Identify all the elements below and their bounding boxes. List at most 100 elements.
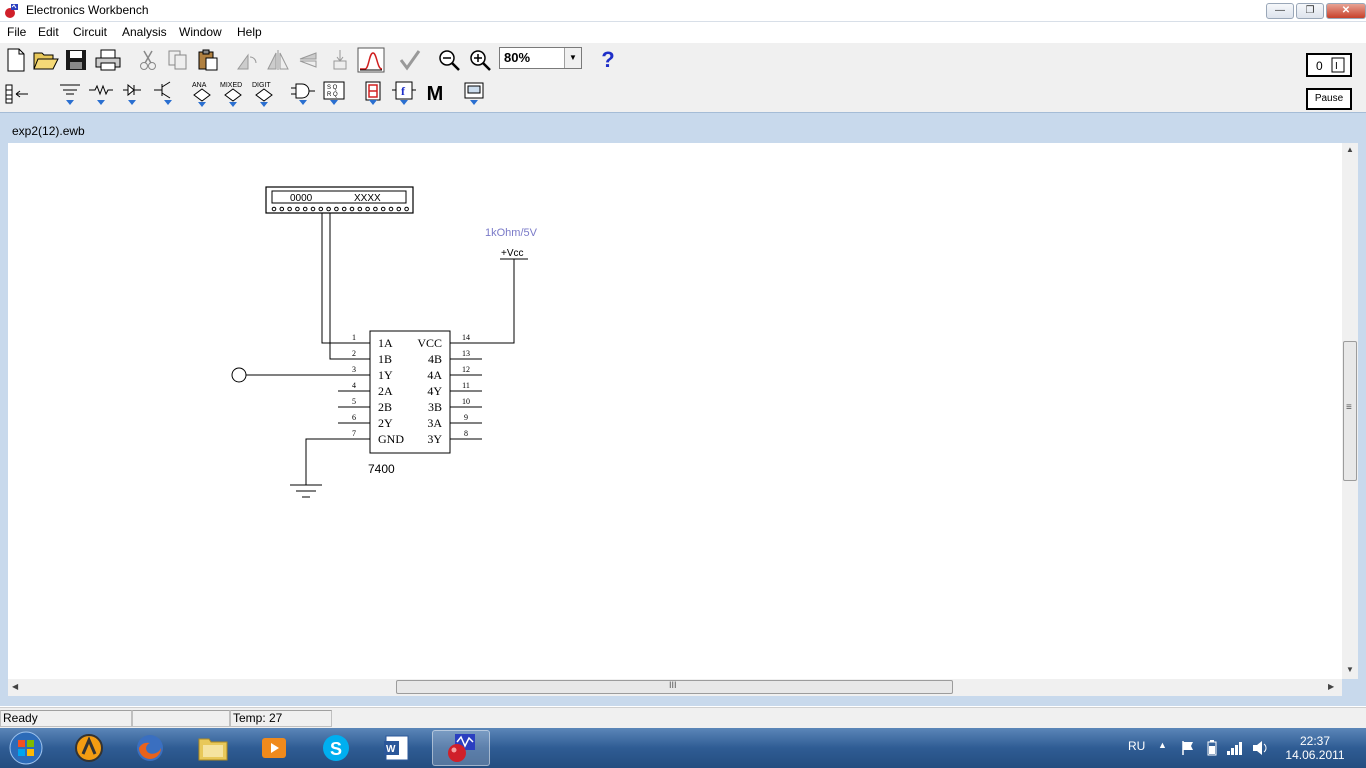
start-button[interactable] (0, 730, 52, 766)
taskbar-media-player[interactable] (245, 730, 303, 766)
network-signal-icon[interactable] (1226, 740, 1244, 756)
chevron-down-icon[interactable]: ▼ (564, 48, 581, 68)
save-button[interactable] (62, 46, 90, 74)
word-generator-terminal[interactable] (365, 206, 370, 212)
word-generator-terminal[interactable] (404, 206, 409, 212)
menu-analysis[interactable]: Analysis (122, 25, 167, 39)
svg-text:W: W (386, 744, 396, 755)
power-switch[interactable]: 0I (1306, 53, 1352, 77)
flip-horizontal-button[interactable] (264, 46, 292, 74)
ic-pin-label: 4B (428, 352, 442, 366)
paste-button[interactable] (194, 46, 222, 74)
transistors-bin-button[interactable] (149, 80, 177, 108)
component-properties-button[interactable] (326, 46, 354, 74)
menu-circuit[interactable]: Circuit (73, 25, 107, 39)
miscellaneous-bin-button[interactable]: M (421, 80, 449, 108)
function-block-icon: f (392, 81, 416, 105)
wire-1a (321, 213, 370, 344)
word-generator-terminal[interactable] (349, 206, 355, 212)
action-center-flag-icon[interactable] (1180, 740, 1196, 756)
controls-bin-button[interactable]: f (390, 80, 418, 108)
vertical-scrollbar[interactable]: ▲ ≡ ▼ (1342, 143, 1358, 679)
word-generator-terminal[interactable] (396, 206, 402, 212)
zoom-out-button[interactable] (435, 46, 463, 74)
vertical-scroll-thumb[interactable]: ≡ (1343, 341, 1357, 481)
mixed-ics-bin-button[interactable]: MIXED (219, 80, 247, 108)
logic-gates-bin-button[interactable] (289, 80, 317, 108)
resistor-icon (89, 84, 113, 105)
ic-part-number: 7400 (368, 462, 395, 476)
document-title: exp2(12).ewb (12, 124, 85, 138)
word-generator-terminal[interactable] (373, 206, 378, 212)
menu-edit[interactable]: Edit (38, 25, 59, 39)
zoom-level-value: 80% (504, 50, 531, 65)
pause-button[interactable]: Pause (1306, 88, 1352, 110)
word-generator-terminal[interactable] (302, 206, 308, 212)
word-generator-terminal[interactable] (334, 206, 339, 212)
taskbar-explorer[interactable] (184, 730, 242, 766)
parts-bin-toggle-button[interactable] (3, 80, 31, 108)
restore-button[interactable]: ❐ (1296, 3, 1324, 19)
taskbar-avast[interactable] (60, 730, 118, 766)
vcc-annotation: 1kOhm/5V (485, 227, 538, 239)
language-indicator[interactable]: RU (1128, 739, 1145, 753)
scroll-left-icon[interactable]: ◀ (12, 682, 18, 691)
word-generator-terminal[interactable] (326, 206, 331, 212)
indicator-probe[interactable] (231, 367, 247, 383)
ic-pin-number: 8 (464, 429, 468, 438)
word-generator-terminal[interactable] (271, 206, 277, 212)
digital-bin-button[interactable]: S QR Q (320, 80, 348, 108)
analog-ics-bin-button[interactable]: ANA (188, 80, 216, 108)
svg-text:S Q: S Q (327, 85, 338, 91)
circuit-canvas[interactable]: 0000 XXXX 1kOhm/5V +Vcc 7400 1 1A 2 1B 3… (8, 143, 1342, 679)
menu-help[interactable]: Help (237, 25, 262, 39)
scroll-down-icon[interactable]: ▼ (1346, 665, 1354, 674)
word-generator-terminal[interactable] (388, 206, 394, 212)
volume-icon[interactable] (1252, 740, 1270, 756)
flip-vertical-button[interactable] (294, 46, 322, 74)
menu-file[interactable]: File (7, 25, 26, 39)
minimize-button[interactable]: — (1266, 3, 1294, 19)
taskbar-firefox[interactable] (121, 730, 179, 766)
menu-window[interactable]: Window (179, 25, 222, 39)
scroll-up-icon[interactable]: ▲ (1346, 145, 1354, 154)
horizontal-scroll-thumb[interactable]: III (396, 680, 953, 694)
zoom-in-button[interactable] (466, 46, 494, 74)
new-file-button[interactable] (2, 46, 30, 74)
description-button[interactable] (396, 46, 424, 74)
taskbar-skype[interactable]: S (307, 730, 365, 766)
sources-bin-button[interactable] (56, 80, 84, 108)
digital-ics-bin-button[interactable]: DIGIT (250, 80, 278, 108)
open-button[interactable] (32, 46, 60, 74)
word-generator-terminal[interactable] (310, 206, 316, 212)
copy-button[interactable] (164, 46, 192, 74)
indicators-bin-button[interactable] (359, 80, 387, 108)
zoom-level-select[interactable]: 80% ▼ (499, 47, 582, 69)
word-generator-terminal[interactable] (341, 206, 347, 212)
ic-pin-number: 2 (352, 349, 356, 358)
word-generator-terminal[interactable] (287, 206, 292, 212)
word-generator-terminal[interactable] (295, 206, 300, 212)
word-generator-terminal[interactable] (318, 206, 324, 212)
create-subcircuit-button[interactable] (357, 46, 385, 74)
tray-expand-icon[interactable]: ▲ (1158, 740, 1167, 750)
scroll-right-icon[interactable]: ▶ (1328, 682, 1334, 691)
help-button[interactable]: ? (594, 46, 622, 74)
taskbar-word[interactable]: W (368, 730, 426, 766)
print-button[interactable] (94, 46, 122, 74)
cut-button[interactable] (134, 46, 162, 74)
clock[interactable]: 22:37 14.06.2011 (1280, 734, 1350, 762)
word-generator-terminal[interactable] (279, 206, 285, 212)
word-generator-terminal[interactable] (357, 206, 363, 212)
word-generator[interactable]: 0000 XXXX (265, 186, 414, 214)
taskbar-electronics-workbench[interactable] (432, 730, 490, 766)
diodes-bin-button[interactable] (118, 80, 146, 108)
battery-icon[interactable] (1206, 740, 1218, 756)
close-button[interactable]: ✕ (1326, 3, 1366, 19)
save-disk-icon (66, 50, 86, 70)
instruments-bin-button[interactable] (460, 80, 488, 108)
word-generator-terminal[interactable] (380, 206, 386, 212)
horizontal-scrollbar[interactable]: ◀ III ▶ (8, 679, 1342, 696)
rotate-button[interactable] (234, 46, 262, 74)
basic-bin-button[interactable] (87, 80, 115, 108)
